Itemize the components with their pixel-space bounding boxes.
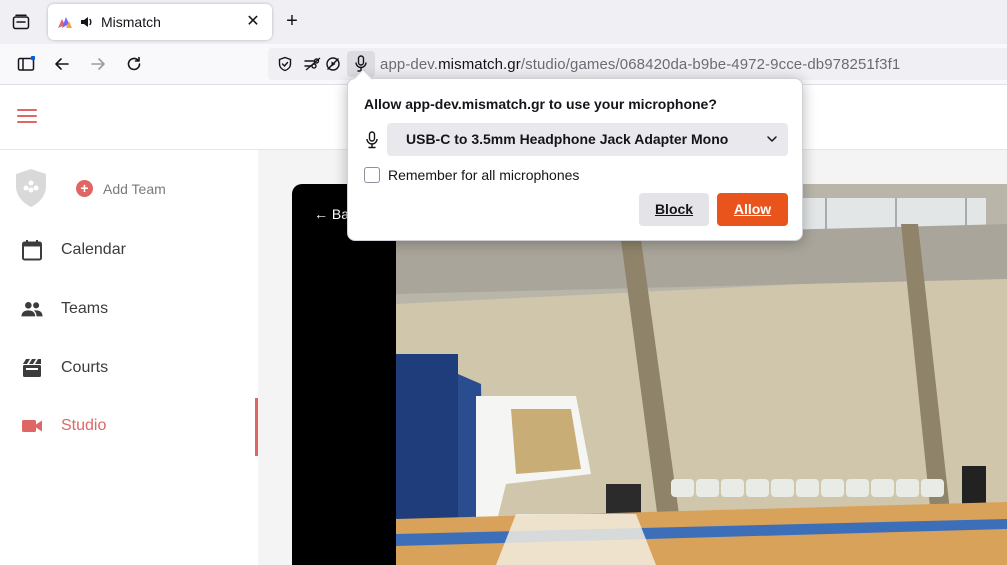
remember-option[interactable]: Remember for all microphones (364, 167, 579, 183)
autoplay-blocked-button[interactable] (324, 56, 342, 72)
chevron-down-icon (767, 136, 777, 142)
browser-tab[interactable]: Mismatch ✕ (48, 4, 272, 40)
sidebar-item-studio[interactable]: Studio (0, 404, 258, 448)
add-circle-icon: + (76, 180, 93, 197)
tab-close-icon[interactable]: ✕ (244, 13, 262, 31)
url-prefix: app-dev. (380, 56, 439, 73)
menu-icon[interactable] (17, 109, 37, 125)
url-path: /studio/games/068420da-b9be-4972-9cce-db… (520, 56, 901, 73)
permission-prompt-title: Allow app-dev.mismatch.gr to use your mi… (364, 96, 717, 112)
selected-device-label: USB-C to 3.5mm Headphone Jack Adapter Mo… (406, 131, 729, 147)
calendar-icon (21, 239, 43, 261)
sidebar-item-label: Teams (61, 300, 109, 317)
reload-button[interactable] (123, 53, 145, 75)
url-host: mismatch.gr (438, 56, 521, 73)
permissions-icon (304, 57, 321, 71)
new-tab-button[interactable]: + (282, 11, 302, 31)
sidebar-item-label: Calendar (61, 241, 126, 258)
tab-strip: Mismatch ✕ + (0, 0, 1007, 44)
add-team-button[interactable]: + Add Team (76, 180, 166, 197)
back-button[interactable] (51, 53, 73, 75)
people-icon (21, 298, 43, 320)
sidebar-item-courts[interactable]: Courts (0, 346, 258, 390)
remember-checkbox[interactable] (364, 167, 380, 183)
team-crest-icon (16, 169, 46, 207)
sidebar-toggle-button[interactable] (15, 53, 37, 75)
court-icon (21, 357, 43, 379)
microphone-permission-popup: Allow app-dev.mismatch.gr to use your mi… (347, 69, 803, 241)
allow-button[interactable]: Allow (717, 193, 788, 226)
sidebar-item-calendar[interactable]: Calendar (0, 228, 258, 272)
arrow-right-icon (91, 58, 105, 70)
forward-button[interactable] (87, 53, 109, 75)
video-frame[interactable] (396, 184, 1007, 565)
remember-label: Remember for all microphones (388, 167, 580, 183)
tab-title: Mismatch (101, 14, 161, 30)
microphone-device-select[interactable]: USB-C to 3.5mm Headphone Jack Adapter Mo… (387, 123, 788, 156)
video-player[interactable]: ← Ba (292, 184, 1007, 565)
block-button[interactable]: Block (639, 193, 709, 226)
tracking-protection-button[interactable] (276, 56, 294, 72)
tab-list-icon (12, 14, 30, 30)
tab-list-button[interactable] (10, 12, 32, 32)
sidebar-item-label: Studio (61, 417, 107, 434)
url-bar[interactable]: app-dev.mismatch.gr/studio/games/068420d… (268, 48, 1007, 80)
site-permissions-button[interactable] (304, 56, 322, 72)
sidebar-item-label: Courts (61, 359, 109, 376)
sidebar-icon (17, 56, 35, 71)
arrow-left-icon (55, 58, 69, 70)
sidebar: + Add Team Calendar Teams Courts Studio (0, 150, 258, 565)
reload-icon (127, 56, 141, 71)
mismatch-favicon-icon (58, 17, 72, 28)
sidebar-item-teams[interactable]: Teams (0, 287, 258, 331)
gym-video-image (396, 184, 1007, 565)
microphone-icon (366, 131, 378, 149)
back-link[interactable]: ← Ba (314, 206, 349, 222)
videocam-icon (21, 415, 43, 437)
speaker-icon[interactable] (80, 15, 94, 29)
add-team-label: Add Team (103, 180, 166, 197)
autoplay-blocked-icon (326, 57, 340, 71)
shield-icon (278, 56, 292, 72)
url-text[interactable]: app-dev.mismatch.gr/studio/games/068420d… (380, 56, 900, 73)
